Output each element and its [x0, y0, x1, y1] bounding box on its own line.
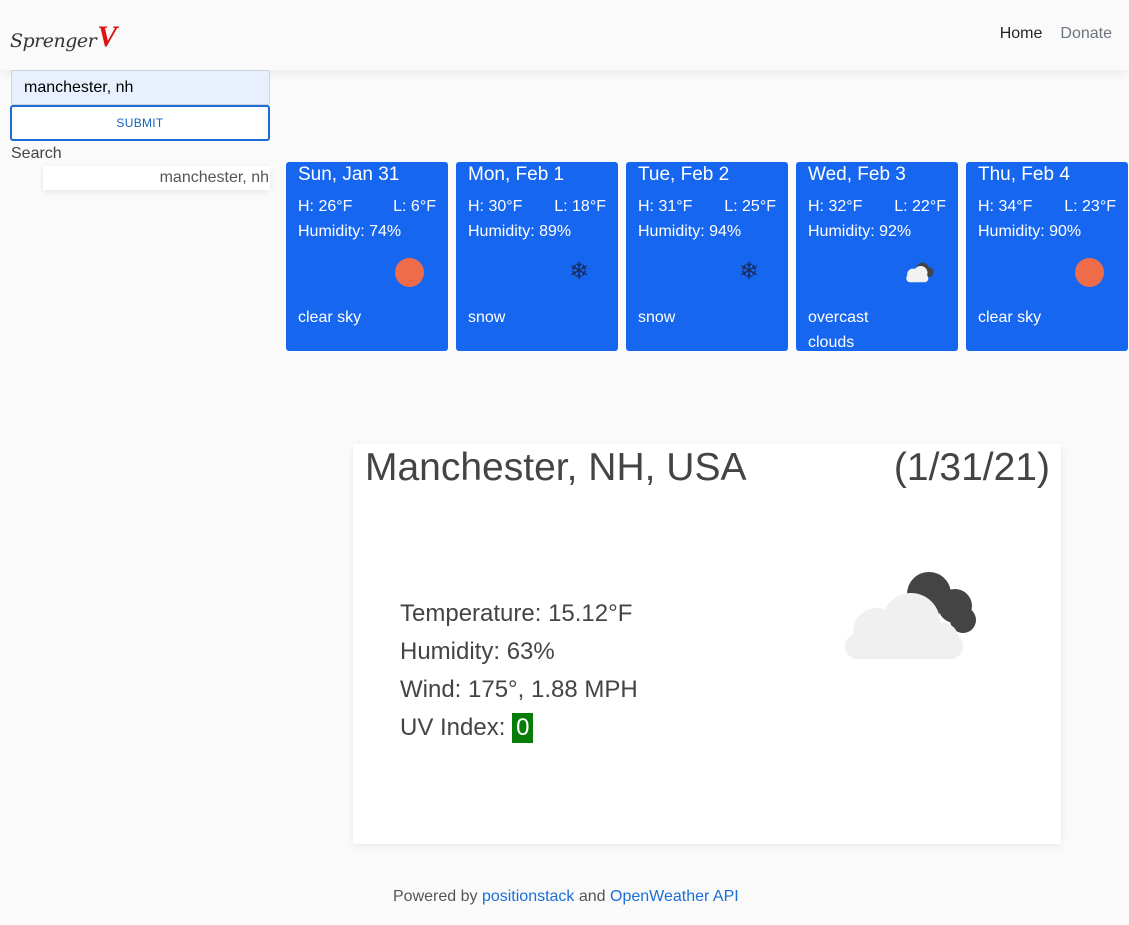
current-date: (1/31/21): [893, 446, 1050, 489]
forecast-card: Wed, Feb 3 H: 32°F L: 22°F Humidity: 92%…: [796, 162, 958, 351]
forecast-row: Sun, Jan 31 H: 26°F L: 6°F Humidity: 74%…: [286, 162, 1128, 351]
forecast-date: Wed, Feb 3: [808, 164, 906, 185]
forecast-description: clear sky: [978, 309, 1042, 326]
forecast-high: H: 26°F: [298, 198, 353, 215]
forecast-humidity: Humidity: 94%: [638, 223, 742, 240]
forecast-temps: H: 34°F L: 23°F: [978, 198, 1116, 216]
forecast-low: L: 18°F: [554, 198, 606, 215]
forecast-date: Tue, Feb 2: [638, 164, 730, 185]
forecast-humidity: Humidity: 89%: [468, 223, 572, 240]
forecast-date: Thu, Feb 4: [978, 164, 1070, 185]
sun-icon: [1072, 257, 1106, 287]
forecast-low: L: 25°F: [724, 198, 776, 215]
forecast-temps: H: 32°F L: 22°F: [808, 198, 946, 216]
navbar: Sprenger V Home Donate: [0, 0, 1129, 70]
forecast-high: H: 30°F: [468, 198, 523, 215]
current-uv: UV Index: 0: [400, 709, 638, 747]
current-wind: Wind: 175°, 1.88 MPH: [400, 676, 638, 703]
forecast-high: H: 32°F: [808, 198, 863, 215]
forecast-description: overcast clouds: [808, 309, 869, 351]
forecast-date: Mon, Feb 1: [468, 164, 565, 185]
current-temperature: Temperature: 15.12°F: [400, 600, 633, 627]
forecast-date: Sun, Jan 31: [298, 164, 400, 185]
forecast-card: Mon, Feb 1 H: 30°F L: 18°F Humidity: 89%…: [456, 162, 618, 351]
forecast-description: snow: [468, 309, 506, 326]
forecast-low: L: 23°F: [1064, 198, 1116, 215]
forecast-card: Tue, Feb 2 H: 31°F L: 25°F Humidity: 94%…: [626, 162, 788, 351]
forecast-temps: H: 31°F L: 25°F: [638, 198, 776, 216]
footer-prefix: Powered by: [393, 888, 482, 905]
current-weather-card: Manchester, NH, USA (1/31/21) Temperatur…: [353, 444, 1061, 844]
city-search-input[interactable]: [11, 70, 270, 105]
nav-links: Home Donate: [1000, 25, 1112, 43]
brand-logo[interactable]: Sprenger V: [10, 18, 118, 53]
forecast-card: Sun, Jan 31 H: 26°F L: 6°F Humidity: 74%…: [286, 162, 448, 351]
forecast-high: H: 31°F: [638, 198, 693, 215]
forecast-temps: H: 30°F L: 18°F: [468, 198, 606, 216]
snowflake-icon: ❄: [568, 258, 590, 285]
uv-label: UV Index:: [400, 714, 513, 741]
nav-donate-link[interactable]: Donate: [1060, 25, 1112, 43]
forecast-description: snow: [638, 309, 676, 326]
search-history-label: Search: [11, 145, 62, 162]
snowflake-icon: ❄: [738, 258, 760, 285]
current-humidity: Humidity: 63%: [400, 638, 555, 665]
forecast-temps: H: 26°F L: 6°F: [298, 198, 436, 216]
overcast-clouds-icon: [902, 257, 936, 287]
brand-mark: V: [97, 20, 118, 53]
brand-text: Sprenger: [10, 30, 97, 52]
search-history-item[interactable]: manchester, nh: [43, 166, 270, 190]
forecast-low: L: 22°F: [894, 198, 946, 215]
forecast-card: Thu, Feb 4 H: 34°F L: 23°F Humidity: 90%…: [966, 162, 1128, 351]
forecast-description: clear sky: [298, 309, 362, 326]
uv-index-badge: 0: [512, 713, 534, 743]
submit-button[interactable]: SUBMIT: [10, 105, 270, 141]
forecast-high: H: 34°F: [978, 198, 1033, 215]
current-details: Temperature: 15.12°F Humidity: 63% Wind:…: [400, 595, 638, 747]
openweather-link[interactable]: OpenWeather API: [610, 888, 739, 905]
sun-icon: [392, 257, 426, 287]
forecast-humidity: Humidity: 92%: [808, 223, 912, 240]
footer: Powered by positionstack and OpenWeather…: [393, 888, 739, 906]
overcast-clouds-icon: [843, 570, 993, 670]
footer-middle: and: [574, 888, 611, 905]
forecast-humidity: Humidity: 74%: [298, 223, 402, 240]
positionstack-link[interactable]: positionstack: [482, 888, 575, 905]
forecast-humidity: Humidity: 90%: [978, 223, 1082, 240]
nav-home-link[interactable]: Home: [1000, 25, 1043, 43]
city-name: Manchester, NH, USA: [365, 446, 747, 489]
forecast-low: L: 6°F: [393, 198, 436, 215]
